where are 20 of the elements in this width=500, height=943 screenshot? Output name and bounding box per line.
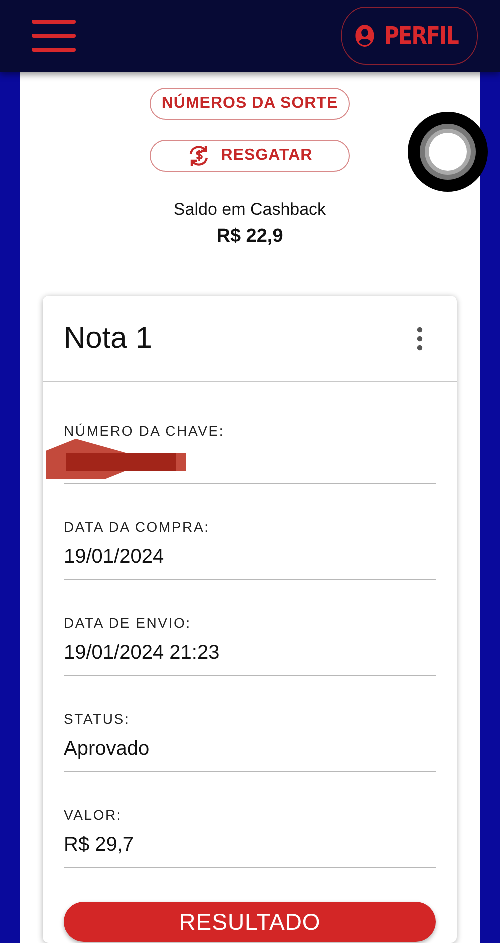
- action-button[interactable]: RESGATAR: [150, 140, 350, 172]
- user-icon: [356, 25, 374, 47]
- menu-button[interactable]: [32, 20, 76, 52]
- field-value: Aprovado: [64, 727, 436, 772]
- result-button[interactable]: RESULTADO: [64, 902, 436, 942]
- floating-touch-button[interactable]: [408, 112, 488, 192]
- field-value: 19/01/2024: [64, 535, 436, 580]
- action-button[interactable]: NÚMEROS DA SORTE: [150, 88, 350, 120]
- field-label: STATUS:: [64, 711, 132, 727]
- field-value: R$ 29,7: [64, 823, 436, 868]
- balance-value: R$ 22,9: [216, 226, 284, 248]
- field-label: VALOR:: [64, 807, 124, 823]
- field-label: DATA DA COMPRA:: [64, 519, 211, 535]
- card-title: Nota 1: [64, 322, 152, 356]
- profile-button[interactable]: PERFIL: [341, 7, 478, 65]
- balance-label: Saldo em Cashback: [174, 200, 326, 220]
- menu-icon: [32, 20, 76, 52]
- field-value: 19/01/2024 21:23: [64, 631, 436, 676]
- field-label: NÚMERO DA CHAVE:: [64, 423, 226, 439]
- field-label: DATA DE ENVIO:: [64, 615, 192, 631]
